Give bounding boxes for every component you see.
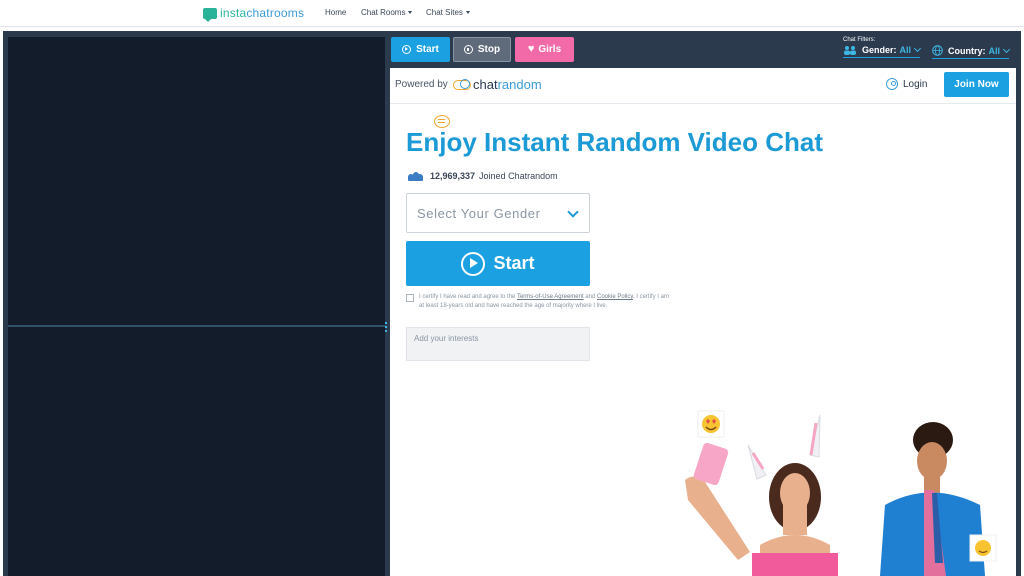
powered-by-label: Powered by [395, 79, 448, 90]
certify-text: I certify I have read and agree to the T… [419, 293, 671, 311]
stop-button[interactable]: Stop [453, 37, 511, 62]
resize-handle[interactable] [385, 322, 388, 332]
users-icon [408, 171, 423, 181]
chatrandom-logo[interactable]: chat random [453, 77, 542, 92]
user-icon [886, 78, 898, 90]
gender-select-placeholder: Select Your Gender [417, 205, 541, 221]
chevron-down-icon [1002, 45, 1011, 53]
country-filter-value: All [988, 45, 1001, 56]
gender-select[interactable]: Select Your Gender [406, 193, 590, 233]
join-now-button[interactable]: Join Now [944, 72, 1009, 97]
joined-number: 12,969,337 [430, 171, 476, 181]
logo-text-chatrooms: chatrooms [246, 6, 305, 20]
video-pane [8, 37, 385, 576]
page-title: Enjoy Instant Random Video Chat [406, 127, 824, 157]
people-icon [844, 46, 856, 55]
country-filter[interactable]: Country: All [932, 45, 1011, 59]
nav-chat-rooms[interactable]: Chat Rooms [361, 8, 413, 17]
play-icon [461, 251, 486, 276]
cert-text-1: I certify I have read and agree to the [419, 294, 517, 300]
nav-home[interactable]: Home [325, 8, 346, 17]
chatrandom-logo-icon [453, 78, 471, 90]
globe-icon [932, 45, 943, 56]
nav-chat-sites-label: Chat Sites [426, 8, 463, 17]
gender-filter-value: All [899, 45, 912, 55]
nav-chat-sites[interactable]: Chat Sites [426, 8, 470, 17]
joined-count: 12,969,337 Joined Chatrandom [408, 171, 558, 181]
caret-down-icon [465, 11, 470, 14]
play-icon [402, 45, 412, 54]
cookie-policy-link[interactable]: Cookie Policy [597, 294, 633, 300]
video-divider [8, 325, 385, 327]
woman-figure [685, 414, 838, 576]
nav-home-label: Home [325, 8, 347, 17]
gender-filter-label: Gender: [862, 45, 897, 55]
age-terms-checkbox[interactable] [406, 294, 414, 302]
main-start-button[interactable]: Start [406, 241, 590, 286]
logo-text-insta: insta [220, 6, 247, 20]
brand-text-chat: chat [473, 77, 498, 92]
chat-filters-label: Chat Filters: [843, 37, 876, 43]
main-start-label: Start [493, 253, 535, 273]
girls-button[interactable]: ♥ Girls [515, 37, 574, 62]
caret-down-icon [408, 11, 413, 14]
heart-eyes-emoji-icon [697, 410, 725, 438]
nav-chat-rooms-label: Chat Rooms [361, 8, 406, 17]
start-button[interactable]: Start [391, 37, 450, 62]
joined-label: Joined Chatrandom [479, 171, 558, 181]
hero-illustration [685, 410, 997, 576]
gender-filter[interactable]: Gender: All [843, 44, 922, 58]
interests-input[interactable]: Add your interests [406, 327, 590, 361]
man-figure [880, 422, 997, 576]
chevron-down-icon [567, 206, 579, 218]
chat-bubble-icon [203, 7, 217, 22]
login-label: Login [903, 78, 928, 90]
terms-link[interactable]: Terms-of-Use Agreement [517, 294, 584, 300]
brand-text-random: random [497, 77, 542, 92]
heart-icon: ♥ [527, 43, 535, 55]
start-button-label: Start [416, 44, 439, 55]
site-navbar: instachatrooms Home Chat Rooms Chat Site… [0, 0, 1024, 27]
login-link[interactable]: Login [886, 78, 927, 90]
country-filter-label: Country: [948, 45, 986, 56]
chevron-down-icon [913, 44, 922, 53]
site-logo[interactable]: instachatrooms [203, 5, 305, 22]
stop-button-label: Stop [477, 44, 501, 55]
girls-button-label: Girls [538, 44, 562, 55]
stop-icon [463, 45, 473, 54]
cert-text-and: and [583, 294, 598, 300]
